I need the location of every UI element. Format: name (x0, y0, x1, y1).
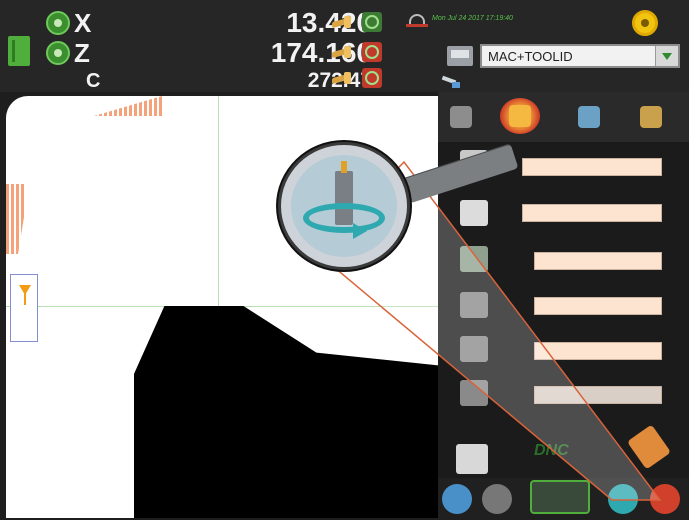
rotate-ring-icon (303, 203, 385, 233)
magnifier-icon (278, 142, 410, 270)
magnifier-lens (291, 155, 397, 257)
cnc-screen: X 13.420 Z 174.160 C 272.47 Mon Jul 24 2… (0, 0, 689, 520)
arrow-icon (353, 223, 367, 239)
